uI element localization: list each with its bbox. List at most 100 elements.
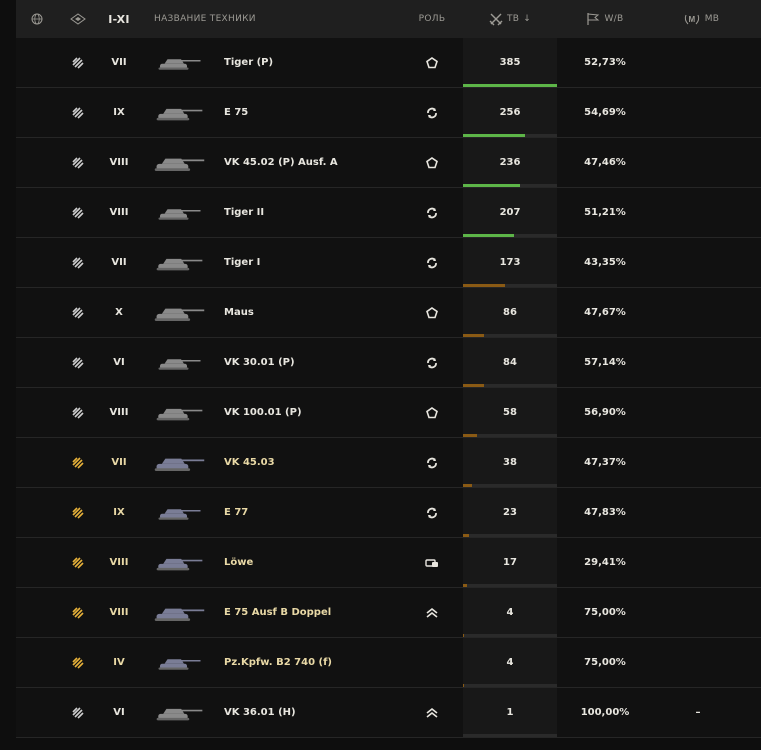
tank-icon [148, 538, 210, 587]
mastery-cell [653, 238, 743, 287]
double-chevron-role-icon [416, 588, 448, 637]
globe-icon [31, 13, 43, 25]
mastery-cell [653, 38, 743, 87]
battles-value: 84 [503, 357, 517, 368]
tank-icon [148, 138, 210, 187]
battles-bar-fill [463, 634, 464, 637]
mastery-cell [653, 538, 743, 587]
battles-bar-track [463, 334, 557, 337]
winrate-cell: 47,37% [584, 457, 626, 468]
vehicle-class-icon [66, 38, 90, 87]
table-row[interactable]: VII VK 45.03 38 47,37% [16, 438, 761, 488]
cycle-role-icon [416, 488, 448, 537]
vehicle-name[interactable]: Tiger II [224, 188, 414, 237]
nation-cell [26, 88, 48, 137]
vehicle-class-icon [66, 488, 90, 537]
cycle-role-icon [416, 438, 448, 487]
battles-bar-track [463, 184, 557, 187]
battles-value: 236 [499, 157, 521, 168]
table-row[interactable]: VI VK 30.01 (P) 84 57,14% [16, 338, 761, 388]
table-row[interactable]: VI VK 36.01 (H) 1 100,00% – [16, 688, 761, 738]
tier-cell: VIII [109, 207, 129, 218]
battles-value: 17 [503, 557, 517, 568]
vehicle-name[interactable]: E 77 [224, 488, 414, 537]
nation-cell [26, 688, 48, 737]
tier-cell: IX [113, 507, 125, 518]
vehicle-type-icon [70, 13, 86, 25]
tier-cell: VI [113, 707, 125, 718]
mastery-cell [653, 488, 743, 537]
battles-value: 38 [503, 457, 517, 468]
vehicle-name[interactable]: VK 100.01 (P) [224, 388, 414, 437]
battles-cell: 38 [463, 438, 557, 487]
role-column-header[interactable]: РОЛЬ [416, 0, 448, 38]
vehicle-name[interactable]: VK 30.01 (P) [224, 338, 414, 387]
battles-value: 86 [503, 307, 517, 318]
winrate-label: W/B [604, 14, 624, 24]
cycle-role-icon [416, 238, 448, 287]
nation-cell [26, 438, 48, 487]
battles-value: 385 [499, 57, 521, 68]
table-row[interactable]: VIII VK 45.02 (P) Ausf. A 236 47,46% [16, 138, 761, 188]
tank-icon [148, 288, 210, 337]
table-row[interactable]: IX E 75 256 54,69% [16, 88, 761, 138]
vehicle-name[interactable]: E 75 [224, 88, 414, 137]
battles-bar-track [463, 634, 557, 637]
tank-icon [148, 238, 210, 287]
vehicle-name[interactable]: VK 45.03 [224, 438, 414, 487]
vehicle-name[interactable]: Pz.Kpfw. B2 740 (f) [224, 638, 414, 687]
vehicle-name[interactable]: Tiger I [224, 238, 414, 287]
name-column-header[interactable]: НАЗВАНИЕ ТЕХНИКИ [154, 0, 256, 38]
battles-value: 23 [503, 507, 517, 518]
vehicle-name[interactable]: Löwe [224, 538, 414, 587]
crossed-swords-icon [489, 13, 503, 26]
table-row[interactable]: IX E 77 23 47,83% [16, 488, 761, 538]
tier-cell: VI [113, 357, 125, 368]
tier-filter[interactable]: I-XI [100, 0, 138, 38]
winrate-cell: 54,69% [584, 107, 626, 118]
battles-column-header[interactable]: ТВ ↓ [463, 0, 557, 38]
vehicle-class-icon [66, 88, 90, 137]
table-row[interactable]: VIII Löwe 17 29,41% [16, 538, 761, 588]
winrate-cell: 56,90% [584, 407, 626, 418]
battles-value: 173 [499, 257, 521, 268]
winrate-cell: 75,00% [584, 657, 626, 668]
vehicle-name[interactable]: E 75 Ausf B Doppel [224, 588, 414, 637]
winrate-cell: 47,46% [584, 157, 626, 168]
battles-value: 256 [499, 107, 521, 118]
battles-bar-fill [463, 384, 484, 387]
mastery-cell: – [695, 707, 701, 718]
table-row[interactable]: VII Tiger I 173 43,35% [16, 238, 761, 288]
battles-label: ТВ [506, 14, 520, 24]
mastery-cell [653, 188, 743, 237]
vehicle-type-filter[interactable] [66, 0, 90, 38]
battles-bar-fill [463, 534, 469, 537]
winrate-column-header[interactable]: W/B [557, 0, 653, 38]
table-row[interactable]: VIII E 75 Ausf B Doppel 4 75,00% [16, 588, 761, 638]
table-row[interactable]: VIII Tiger II 207 51,21% [16, 188, 761, 238]
tier-cell: VIII [109, 607, 129, 618]
mastery-cell [653, 338, 743, 387]
table-row[interactable]: VII Tiger (P) 385 52,73% [16, 38, 761, 88]
battles-cell: 256 [463, 88, 557, 137]
table-row[interactable]: VIII VK 100.01 (P) 58 56,90% [16, 388, 761, 438]
table-row[interactable]: IV Pz.Kpfw. B2 740 (f) 4 75,00% [16, 638, 761, 688]
nation-filter[interactable] [26, 0, 48, 38]
vehicle-name[interactable]: VK 45.02 (P) Ausf. A [224, 138, 414, 187]
battles-bar-track [463, 734, 557, 737]
battles-cell: 58 [463, 388, 557, 437]
shield-role-icon [416, 538, 448, 587]
vehicle-class-icon [66, 588, 90, 637]
nation-cell [26, 638, 48, 687]
vehicle-name[interactable]: VK 36.01 (H) [224, 688, 414, 737]
vehicle-class-icon [66, 438, 90, 487]
vehicle-name[interactable]: Maus [224, 288, 414, 337]
battles-bar-track [463, 534, 557, 537]
flag-icon [587, 13, 600, 25]
table-row[interactable]: X Maus 86 47,67% [16, 288, 761, 338]
vehicle-name[interactable]: Tiger (P) [224, 38, 414, 87]
battles-bar-track [463, 284, 557, 287]
mastery-column-header[interactable]: M MB [653, 0, 749, 38]
role-cell [416, 638, 448, 687]
pentagon-role-icon [416, 388, 448, 437]
